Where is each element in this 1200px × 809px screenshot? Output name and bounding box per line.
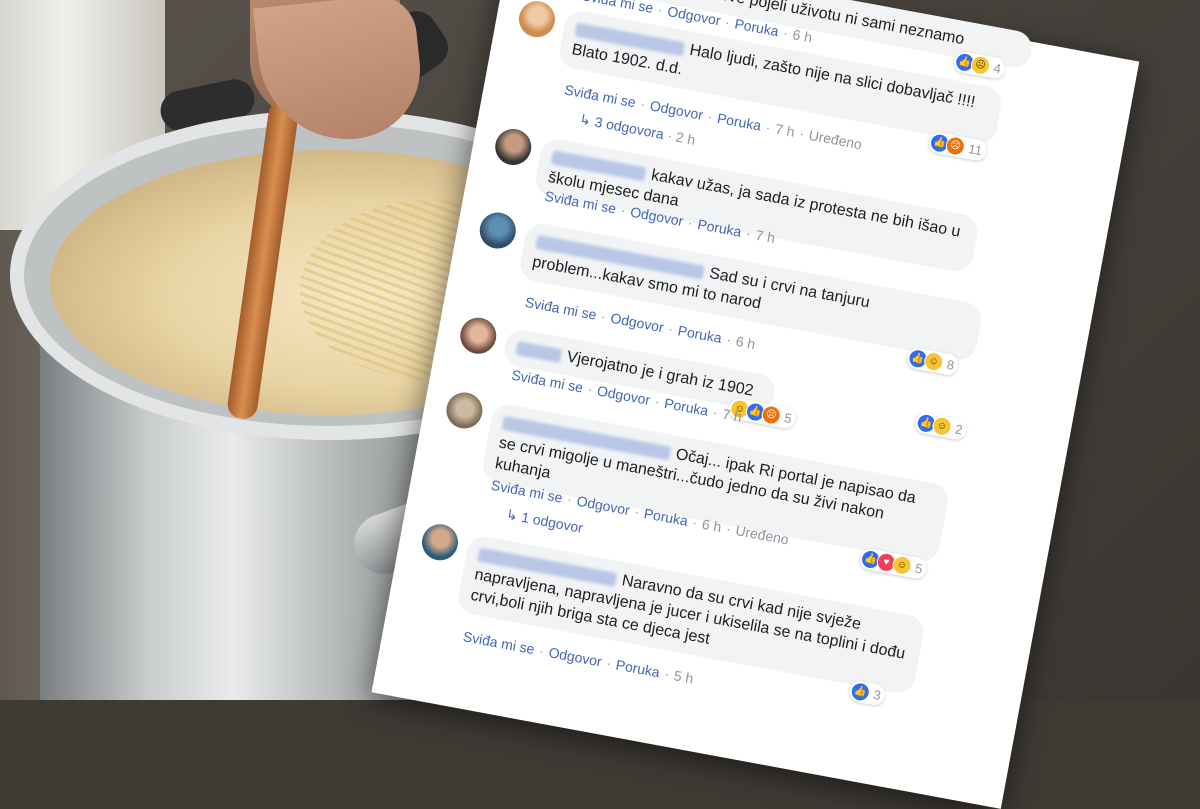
haha-icon: ☺ — [930, 415, 954, 438]
haha-icon: ☺ — [890, 554, 914, 577]
reply-arrow-icon: ↳ — [578, 110, 593, 129]
timestamp[interactable]: 6 h — [735, 333, 757, 352]
avatar[interactable] — [492, 125, 535, 168]
comment-text: Očaj... ipak Ri portal je napisao da se … — [493, 434, 918, 523]
like-link[interactable]: Sviđa mi se — [563, 82, 637, 111]
reaction-summary[interactable]: 👍 ☺ 2 — [914, 411, 969, 442]
message-link[interactable]: Poruka — [615, 657, 662, 681]
haha-icon: ☺ — [922, 350, 945, 373]
like-link[interactable]: Sviđa mi se — [524, 294, 598, 323]
timestamp[interactable]: 5 h — [673, 667, 695, 686]
replies-count[interactable]: 3 odgovora — [593, 114, 665, 142]
reaction-count: 11 — [967, 141, 984, 159]
avatar[interactable] — [515, 0, 558, 41]
message-link[interactable]: Poruka — [716, 110, 763, 134]
timestamp[interactable]: 7 h — [774, 121, 796, 140]
commenter-name[interactable] — [515, 340, 563, 363]
comment-bubble: Očaj... ipak Ri portal je napisao da se … — [480, 401, 951, 565]
reaction-count: 5 — [783, 410, 793, 427]
avatar[interactable] — [419, 521, 461, 564]
message-link[interactable]: Poruka — [677, 322, 724, 346]
avatar[interactable] — [457, 314, 500, 357]
reply-link[interactable]: Odgovor — [547, 644, 603, 670]
reaction-count: 2 — [953, 421, 964, 438]
edited-label[interactable]: Uređeno — [808, 127, 864, 153]
reply-link[interactable]: Odgovor — [609, 310, 665, 336]
replies-count[interactable]: 1 odgovor — [520, 509, 584, 536]
reply-link[interactable]: Odgovor — [649, 97, 705, 123]
timestamp[interactable]: 6 h — [701, 516, 723, 535]
timestamp[interactable]: 7 h — [754, 227, 776, 246]
avatar[interactable] — [443, 389, 486, 432]
like-link[interactable]: Sviđa mi se — [462, 628, 536, 657]
view-replies[interactable]: ↳ 1 odgovor — [505, 506, 585, 537]
timestamp[interactable]: 6 h — [791, 26, 813, 45]
reaction-count: 5 — [913, 560, 924, 577]
replies-time: 2 h — [674, 128, 697, 148]
timestamp[interactable]: 7 h — [721, 406, 743, 425]
angry-icon: ☹ — [760, 403, 783, 427]
reply-arrow-icon: ↳ — [504, 505, 520, 524]
reaction-count: 8 — [945, 356, 956, 373]
angry-icon: ☹ — [944, 134, 967, 158]
sad-icon: ☹ — [969, 54, 992, 77]
reaction-count: 3 — [872, 686, 883, 703]
avatar[interactable] — [476, 209, 519, 252]
reaction-count: 4 — [992, 60, 1003, 77]
